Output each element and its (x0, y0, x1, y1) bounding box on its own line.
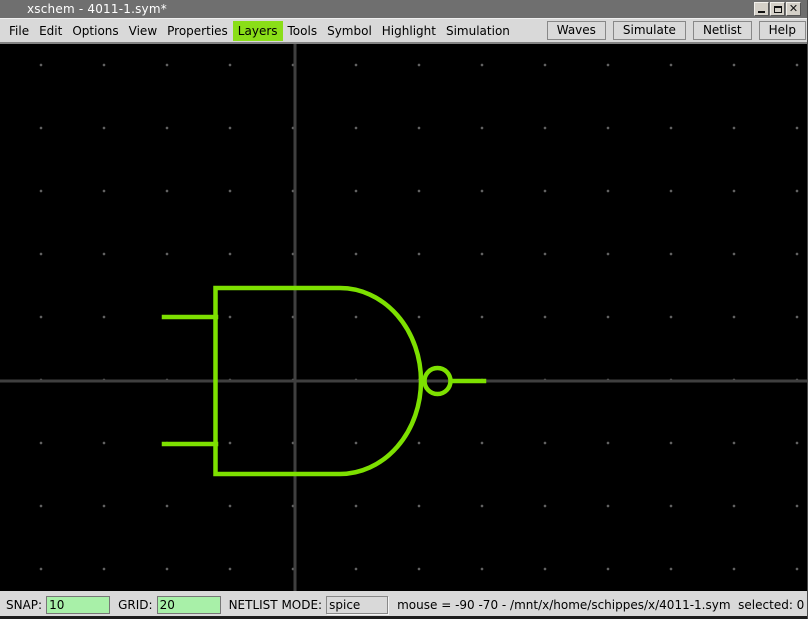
netlist-mode-label: NETLIST MODE: (229, 598, 323, 612)
help-button[interactable]: Help (759, 21, 806, 40)
menu-file[interactable]: File (4, 21, 34, 41)
schematic-canvas[interactable] (0, 44, 808, 591)
netlist-mode-input[interactable] (326, 596, 388, 614)
menu-view[interactable]: View (124, 21, 162, 41)
statusbar: SNAP: GRID: NETLIST MODE: mouse = -90 -7… (0, 591, 807, 616)
titlebar[interactable]: xschem - 4011-1.sym* ✕ (0, 0, 807, 18)
grid-label: GRID: (118, 598, 152, 612)
menu-options[interactable]: Options (67, 21, 123, 41)
window-title: xschem - 4011-1.sym* (0, 0, 167, 18)
xschem-window: xschem - 4011-1.sym* ✕ File Edit Options… (0, 0, 808, 619)
snap-input[interactable] (46, 596, 110, 614)
window-controls: ✕ (754, 2, 801, 16)
menu-edit[interactable]: Edit (34, 21, 67, 41)
close-icon: ✕ (789, 3, 798, 15)
menu-tools[interactable]: Tools (283, 21, 323, 41)
menu-properties[interactable]: Properties (162, 21, 233, 41)
menu-layers[interactable]: Layers (233, 21, 283, 41)
menubar: File Edit Options View Properties Layers… (0, 18, 807, 44)
menu-highlight[interactable]: Highlight (377, 21, 441, 41)
minimize-button[interactable] (754, 2, 769, 16)
grid-input[interactable] (157, 596, 221, 614)
menu-symbol[interactable]: Symbol (322, 21, 377, 41)
menu-simulation[interactable]: Simulation (441, 21, 515, 41)
mouse-coordinates-status: mouse = -90 -70 - /mnt/x/home/schippes/x… (397, 598, 804, 612)
simulate-button[interactable]: Simulate (613, 21, 686, 40)
minimize-icon (758, 11, 765, 13)
snap-label: SNAP: (6, 598, 42, 612)
maximize-icon (774, 6, 782, 13)
maximize-button[interactable] (770, 2, 785, 16)
close-button[interactable]: ✕ (786, 2, 801, 16)
netlist-button[interactable]: Netlist (693, 21, 752, 40)
waves-button[interactable]: Waves (547, 21, 606, 40)
schematic-svg (0, 44, 808, 591)
